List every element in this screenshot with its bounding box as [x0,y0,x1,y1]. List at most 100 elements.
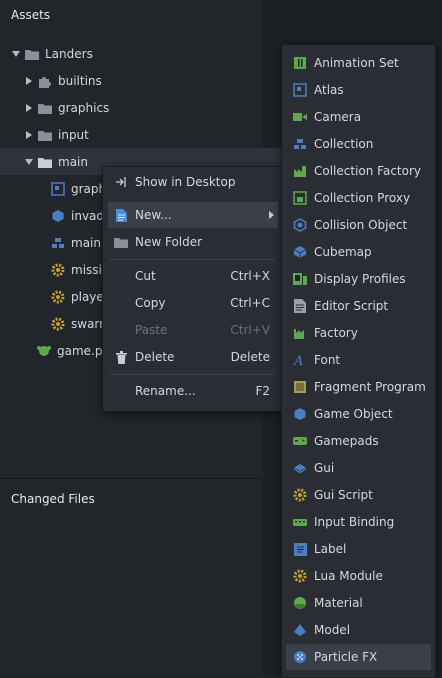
tree-item-input[interactable]: input [0,121,287,148]
menu-separator [109,374,275,375]
new-item-material[interactable]: Material [286,590,431,616]
changed-files-title: Changed Files [11,492,95,506]
gui-script-icon [293,488,307,502]
new-item-factory[interactable]: Factory [286,320,431,346]
gamepads-icon [293,434,307,448]
tree-item-graphics[interactable]: graphics [0,94,287,121]
script-gear-icon [51,317,65,331]
tree-item-label: Landers [45,46,93,61]
shortcut-label: Ctrl+X [230,269,270,283]
new-item-collection[interactable]: Collection [286,131,431,157]
new-item-gui[interactable]: Gui [286,455,431,481]
material-icon [293,596,307,610]
submenu-arrow-icon [269,211,274,219]
new-item-camera[interactable]: Camera [286,104,431,130]
puzzle-icon [38,74,52,88]
new-item-collection-factory[interactable]: Collection Factory [286,158,431,184]
new-item-input-binding[interactable]: Input Binding [286,509,431,535]
expand-right-icon[interactable] [24,130,34,140]
folder-icon [25,47,39,61]
shortcut-label: Ctrl+V [230,323,270,337]
collection-proxy-icon [293,191,307,205]
tree-item-label: builtins [58,73,102,88]
expand-right-icon[interactable] [24,103,34,113]
collision-object-icon [293,218,307,232]
editor-script-icon [293,299,307,313]
collection-icon [51,236,65,250]
new-item-label[interactable]: Label [286,536,431,562]
menu-item-new-folder[interactable]: New Folder [108,229,278,255]
tree-item-label: input [58,127,89,142]
display-profiles-icon [293,272,307,286]
new-item-animation-set[interactable]: Animation Set [286,50,431,76]
menu-item-paste: Paste Ctrl+V [135,323,270,337]
atlas-icon [293,83,307,97]
shortcut-label: F2 [255,384,270,398]
folder-icon [38,155,52,169]
label-icon [293,542,307,556]
game-object-icon [293,407,307,421]
new-item-collision-object[interactable]: Collision Object [286,212,431,238]
particle-fx-icon [293,650,307,664]
menu-separator [109,259,275,260]
new-item-gui-script[interactable]: Gui Script [286,482,431,508]
new-submenu: Animation Set Atlas Camera Collection Co… [281,44,436,678]
folder-icon [38,128,52,142]
expand-down-icon[interactable] [11,49,21,59]
menu-item-show-in-desktop[interactable]: Show in Desktop [108,169,278,195]
menu-item-copy[interactable]: Copy Ctrl+C [108,290,278,316]
new-item-font[interactable]: A Font [286,347,431,373]
collection-icon [293,137,307,151]
cubemap-icon [293,245,307,259]
folder-icon [114,235,128,249]
lua-module-icon [293,569,307,583]
new-item-game-object[interactable]: Game Object [286,401,431,427]
new-item-gamepads[interactable]: Gamepads [286,428,431,454]
new-item-atlas[interactable]: Atlas [286,77,431,103]
tree-item-label: graph [71,181,107,196]
context-menu: Show in Desktop New... New Folder Cut Ct… [102,166,282,412]
input-binding-icon [293,515,307,529]
tree-item-label: main. [71,235,105,250]
new-item-model[interactable]: Model [286,617,431,643]
shortcut-label: Delete [230,350,270,364]
tree-item-label: main [58,154,88,169]
tree-item-landers[interactable]: Landers [0,40,274,67]
fragment-program-icon [293,380,307,394]
animation-set-icon [293,56,307,70]
expand-down-icon[interactable] [24,157,34,167]
svg-text:A: A [293,354,303,367]
menu-item-delete[interactable]: Delete Delete [108,344,278,370]
model-icon [293,623,307,637]
new-item-cubemap[interactable]: Cubemap [286,239,431,265]
project-icon [37,344,51,358]
trash-icon [114,350,128,364]
new-item-collection-proxy[interactable]: Collection Proxy [286,185,431,211]
menu-item-new[interactable]: New... [108,202,278,228]
camera-icon [293,110,307,124]
assets-panel-title: Assets [11,8,51,22]
atlas-icon [51,181,65,196]
new-file-icon [114,208,128,222]
new-item-fragment-program[interactable]: Fragment Program [286,374,431,400]
open-external-icon [114,175,128,189]
tree-item-label: game.pr [57,343,108,358]
menu-item-cut[interactable]: Cut Ctrl+X [108,263,278,289]
tree-item-label: missil [71,262,106,277]
new-item-lua-module[interactable]: Lua Module [286,563,431,589]
tree-item-builtins[interactable]: builtins [0,67,287,94]
new-item-display-profiles[interactable]: Display Profiles [286,266,431,292]
font-icon: A [293,353,307,367]
script-gear-icon [51,290,65,304]
new-item-editor-script[interactable]: Editor Script [286,293,431,319]
tree-item-label: graphics [58,100,110,115]
game-object-icon [51,209,65,223]
factory-icon [293,326,307,340]
menu-item-rename[interactable]: Rename... F2 [108,378,278,404]
expand-right-icon[interactable] [24,76,34,86]
panel-divider [0,478,263,479]
gui-icon [293,461,307,475]
collection-factory-icon [293,164,307,178]
new-item-particle-fx[interactable]: Particle FX [286,644,431,670]
script-gear-icon [51,263,65,277]
